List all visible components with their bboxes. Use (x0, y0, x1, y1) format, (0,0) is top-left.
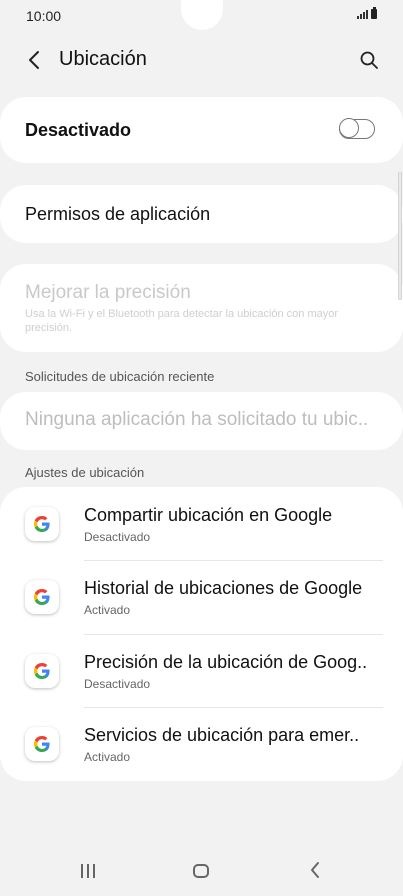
home-icon[interactable] (193, 864, 209, 878)
list-item-status: Activado (84, 603, 131, 617)
google-icon (25, 727, 59, 761)
back-icon[interactable] (307, 861, 323, 879)
back-button[interactable] (20, 46, 48, 74)
location-settings-header: Ajustes de ubicación (25, 465, 145, 480)
improve-accuracy-item: Mejorar la precisión Usa la Wi-Fi y el B… (0, 264, 403, 352)
status-bar: 10:00 (0, 0, 403, 32)
list-item[interactable]: Servicios de ubicación para emer.. Activ… (0, 707, 403, 780)
scrollbar[interactable] (398, 172, 402, 300)
toggle-knob (339, 118, 359, 139)
improve-accuracy-label: Mejorar la precisión (25, 282, 191, 303)
master-switch-label: Desactivado (25, 120, 132, 140)
list-item-status: Activado (84, 750, 131, 764)
master-switch-card[interactable]: Desactivado (0, 97, 403, 163)
location-toggle[interactable] (339, 118, 375, 139)
recent-apps-icon[interactable] (81, 864, 95, 878)
app-permissions-item[interactable]: Permisos de aplicación (0, 185, 403, 243)
list-item[interactable]: Historial de ubicaciones de Google Activ… (0, 560, 403, 633)
list-item[interactable]: Precisión de la ubicación de Goog.. Desa… (0, 634, 403, 707)
recent-requests-header: Solicitudes de ubicación reciente (25, 369, 215, 384)
status-icons (357, 7, 377, 19)
app-bar: Ubicación (0, 36, 403, 82)
improve-accuracy-description: Usa la Wi-Fi y el Bluetooth para detecta… (25, 308, 339, 334)
location-settings-card: Compartir ubicación en Google Desactivad… (0, 487, 403, 781)
camera-notch (181, 0, 223, 30)
list-item[interactable]: Compartir ubicación en Google Desactivad… (0, 487, 403, 560)
list-item-title: Historial de ubicaciones de Google (84, 578, 363, 598)
recent-requests-empty-text: Ninguna aplicación ha solicitado tu ubic… (25, 409, 369, 430)
list-item-title: Compartir ubicación en Google (84, 505, 333, 525)
signal-icon (357, 9, 368, 19)
battery-icon (371, 7, 377, 19)
search-button[interactable] (355, 46, 383, 74)
google-icon (25, 507, 59, 541)
search-icon (360, 51, 378, 69)
list-item-title: Servicios de ubicación para emer.. (84, 725, 360, 745)
chevron-left-icon (29, 51, 39, 69)
list-item-status: Desactivado (84, 530, 151, 544)
google-icon (25, 654, 59, 688)
page-title: Ubicación (59, 48, 147, 70)
navigation-bar (0, 848, 403, 896)
list-item-status: Desactivado (84, 677, 151, 691)
google-icon (25, 580, 59, 614)
status-time: 10:00 (26, 8, 62, 24)
list-item-title: Precisión de la ubicación de Goog.. (84, 652, 368, 672)
recent-requests-card: Ninguna aplicación ha solicitado tu ubic… (0, 392, 403, 450)
app-permissions-label: Permisos de aplicación (25, 204, 211, 224)
